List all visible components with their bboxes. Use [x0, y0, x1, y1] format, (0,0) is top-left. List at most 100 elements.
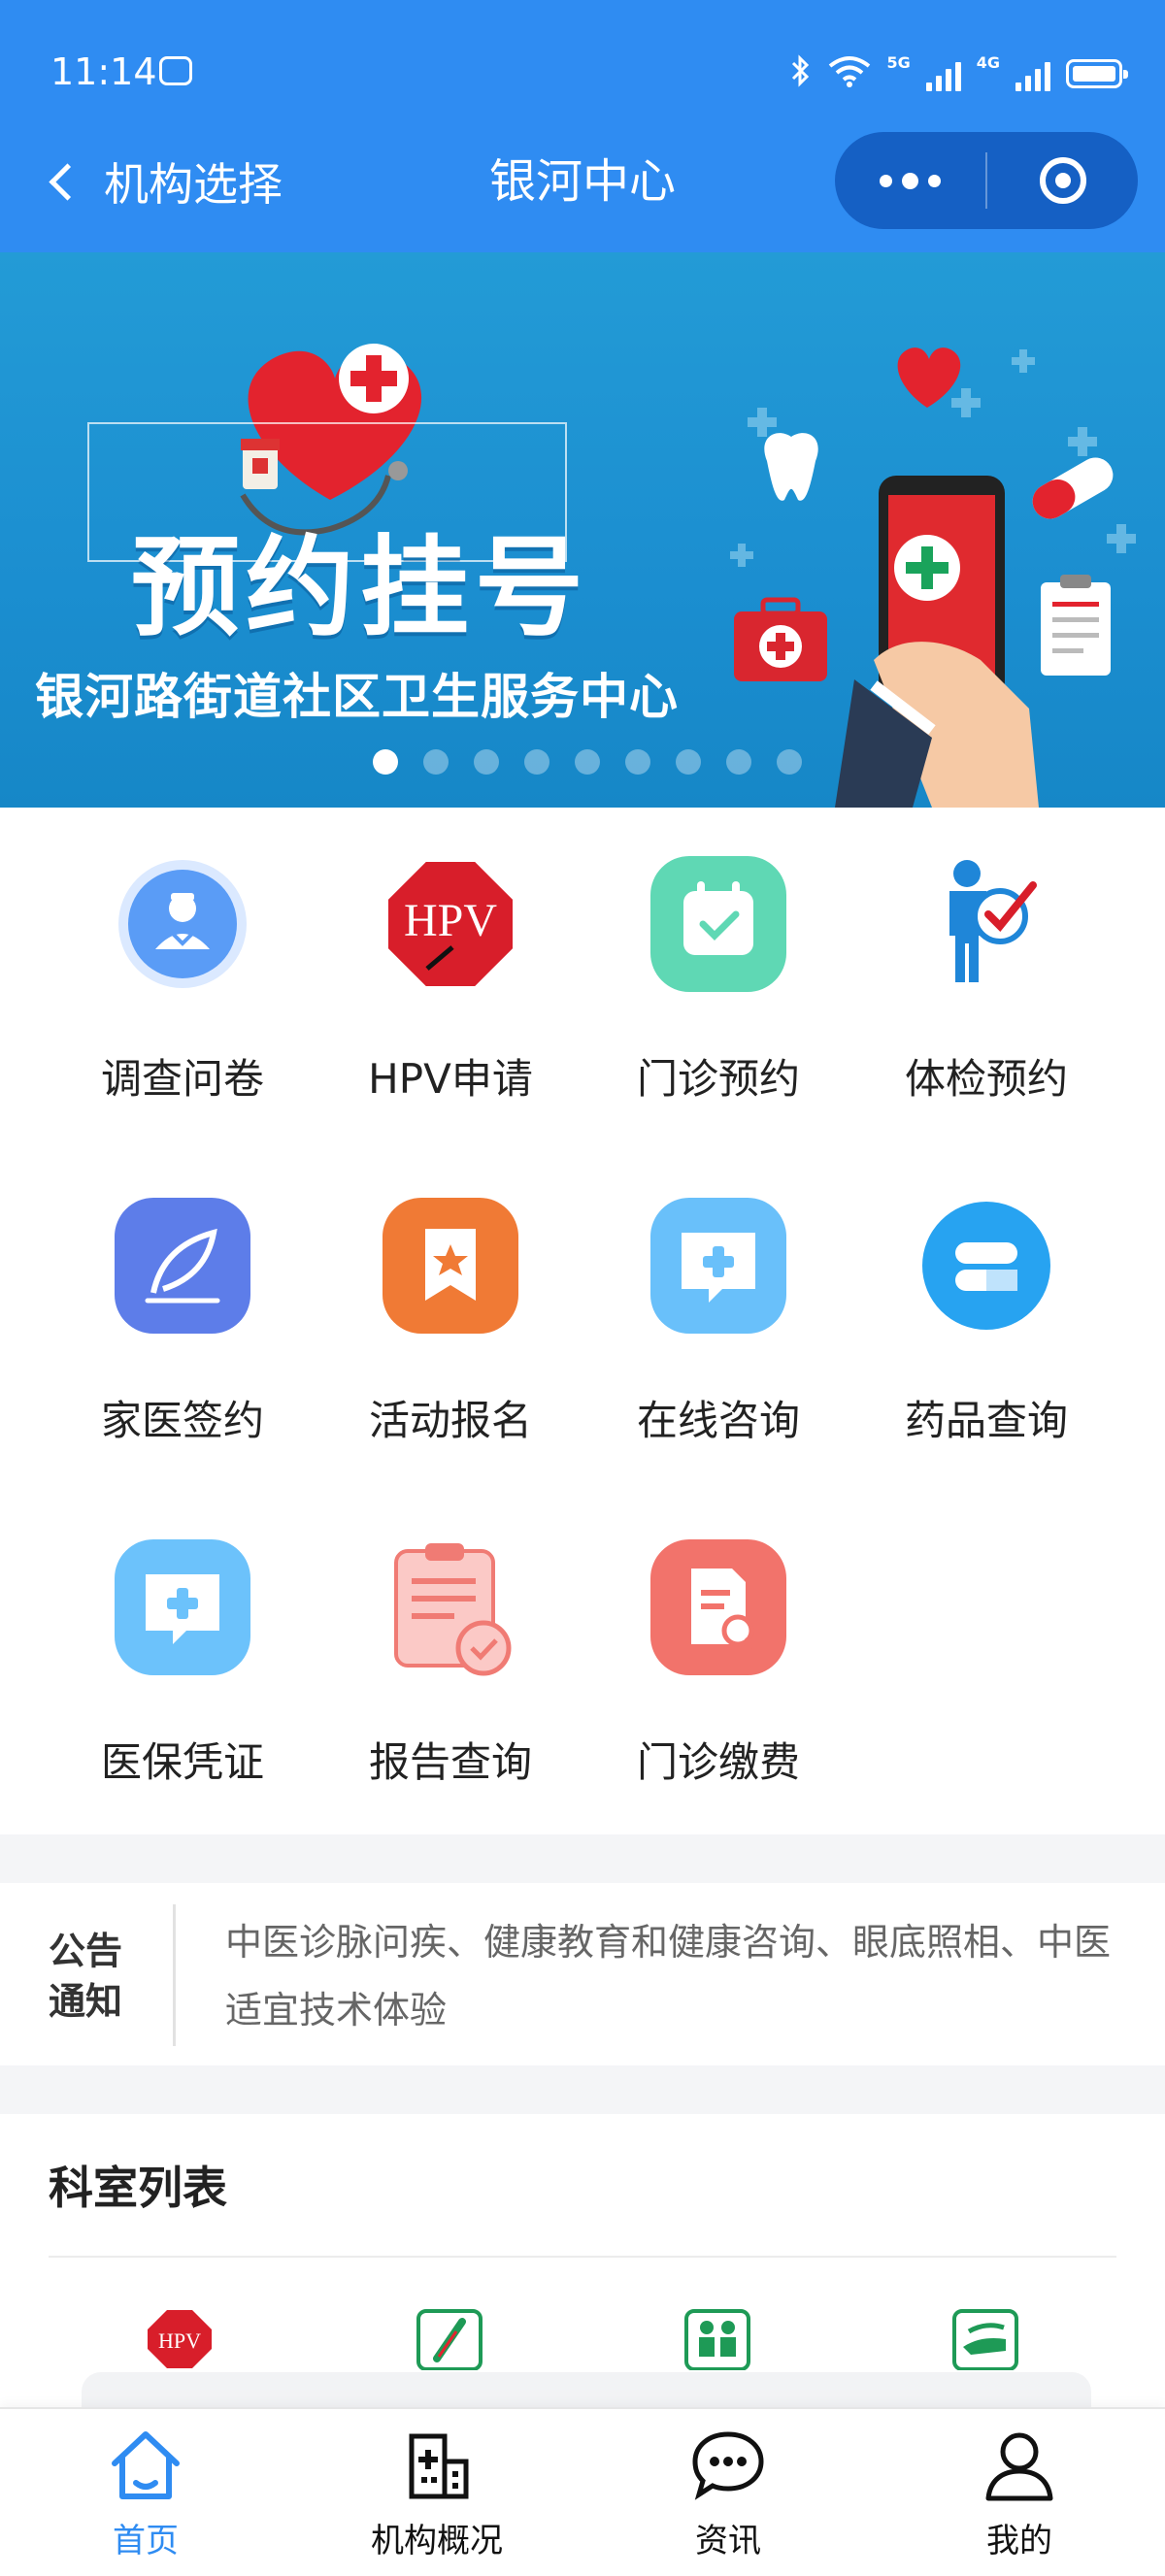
tab-mine[interactable]: 我的 — [874, 2409, 1165, 2576]
bluetooth-icon — [789, 53, 813, 94]
document-search-icon — [650, 1539, 786, 1675]
feature-outpatient-payment[interactable]: 门诊缴费 — [584, 1518, 852, 1838]
banner-title: 预约挂号 — [131, 525, 589, 651]
bottom-tab-bar: 首页 机构概况 资讯 我的 — [0, 2407, 1165, 2576]
clipboard-check-icon — [394, 1543, 512, 1676]
banner-carousel[interactable]: 预约挂号 银河路街道社区卫生服务中心 — [0, 252, 1165, 808]
divider — [49, 2256, 1116, 2258]
tab-label: 资讯 — [695, 2522, 761, 2560]
carousel-dot[interactable] — [777, 749, 802, 775]
tab-home[interactable]: 首页 — [0, 2409, 291, 2576]
carousel-dot[interactable] — [676, 749, 701, 775]
feature-grid: 调查问卷 HPV HPV申请 门诊预约 体检预约 家医签约 活动报名 在线咨询 … — [0, 835, 1165, 1834]
calendar-check-icon — [650, 856, 786, 992]
status-bar: 11:14 5G 4G — [0, 0, 1165, 146]
more-button[interactable] — [835, 132, 985, 229]
notice-text[interactable]: 中医诊脉问疾、健康教育和健康咨询、眼底照相、中医适宜技术体验 — [225, 1908, 1118, 2044]
feature-family-doctor[interactable]: 家医签约 — [49, 1176, 316, 1497]
chat-plus-icon — [650, 1198, 786, 1334]
feature-physical-exam[interactable]: 体检预约 — [852, 835, 1120, 1155]
more-dot-icon — [928, 174, 941, 187]
carousel-indicator — [373, 749, 802, 775]
carousel-dot[interactable] — [524, 749, 549, 775]
user-icon — [985, 2432, 1053, 2501]
banner-subtitle: 银河路街道社区卫生服务中心 — [35, 669, 679, 725]
hpv-sign-icon[interactable]: HPV — [146, 2308, 214, 2370]
notice-tag-line: 通知 — [49, 1980, 123, 2023]
home-icon — [112, 2431, 180, 2499]
feature-event-signup[interactable]: 活动报名 — [316, 1176, 584, 1497]
hpv-icon-text: HPV — [158, 2328, 201, 2353]
hpv-sign-icon: HPV — [384, 858, 516, 990]
feature-hpv[interactable]: HPV HPV申请 — [316, 835, 584, 1155]
notice-bar: 公告 通知 中医诊脉问疾、健康教育和健康咨询、眼底照相、中医适宜技术体验 — [0, 1883, 1165, 2065]
back-label: 机构选择 — [104, 158, 283, 211]
miniprogram-capsule — [835, 132, 1138, 229]
message-notification-icon — [159, 56, 192, 85]
thermometer-icon[interactable] — [416, 2308, 483, 2370]
notice-divider — [173, 1904, 176, 2046]
carousel-dot[interactable] — [575, 749, 600, 775]
person-check-icon — [949, 860, 1037, 982]
feature-label: 调查问卷 — [100, 1055, 264, 1103]
battery-icon — [1066, 59, 1128, 88]
signal-4g-icon — [1015, 56, 1050, 91]
department-icon-row: HPV — [0, 2308, 1165, 2370]
tab-institution-overview[interactable]: 机构概况 — [291, 2409, 582, 2576]
section-gap — [0, 2065, 1165, 2114]
consultation-icon[interactable] — [683, 2308, 751, 2370]
bookmark-star-icon — [383, 1198, 518, 1334]
network-5g-label: 5G — [886, 52, 911, 72]
building-icon — [409, 2433, 469, 2499]
feature-label: 门诊预约 — [636, 1055, 800, 1103]
doctor-icon — [118, 860, 247, 988]
feature-label: 药品查询 — [904, 1397, 1068, 1444]
pill-icon — [922, 1202, 1050, 1330]
feature-label: 在线咨询 — [636, 1397, 800, 1444]
hand-care-icon[interactable] — [951, 2308, 1019, 2370]
top-bar: 11:14 5G 4G 机构选择 银河中心 — [0, 0, 1165, 252]
carousel-dot[interactable] — [625, 749, 650, 775]
carousel-dot[interactable] — [474, 749, 499, 775]
department-card — [82, 2372, 1091, 2411]
network-4g-label: 4G — [976, 52, 1000, 72]
tab-label: 我的 — [986, 2522, 1052, 2560]
notice-tag-line: 公告 — [49, 1930, 123, 1972]
hpv-icon-text: HPV — [404, 895, 497, 946]
feature-insurance-voucher[interactable]: 医保凭证 — [49, 1518, 316, 1838]
feature-report-query[interactable]: 报告查询 — [316, 1518, 584, 1838]
wifi-icon — [828, 54, 871, 93]
tab-label: 首页 — [113, 2522, 179, 2560]
feature-label: 家医签约 — [100, 1397, 264, 1444]
feature-label: HPV申请 — [368, 1055, 533, 1103]
tab-label: 机构概况 — [371, 2522, 503, 2560]
target-ring-icon — [1039, 157, 1086, 204]
feature-label: 活动报名 — [368, 1397, 532, 1444]
chat-plus-icon — [115, 1539, 250, 1675]
feature-online-consult[interactable]: 在线咨询 — [584, 1176, 852, 1497]
notice-tag: 公告 通知 — [49, 1926, 146, 2027]
carousel-dot[interactable] — [423, 749, 449, 775]
department-list-title: 科室列表 — [49, 2162, 227, 2214]
feature-label: 体检预约 — [904, 1055, 1068, 1103]
more-dot-icon — [902, 172, 918, 189]
status-time: 11:14 — [50, 50, 157, 93]
feature-drug-query[interactable]: 药品查询 — [852, 1176, 1120, 1497]
signal-5g-icon — [925, 56, 961, 91]
chevron-left-icon — [49, 162, 86, 201]
chat-icon — [692, 2431, 764, 2500]
close-miniprogram-button[interactable] — [987, 132, 1138, 229]
feature-survey[interactable]: 调查问卷 — [49, 835, 316, 1155]
status-indicators: 5G 4G — [789, 52, 1128, 95]
feature-outpatient-appointment[interactable]: 门诊预约 — [584, 835, 852, 1155]
carousel-dot[interactable] — [373, 749, 398, 775]
back-button[interactable]: 机构选择 — [47, 148, 283, 215]
section-gap — [0, 1834, 1165, 1883]
feature-label: 门诊缴费 — [636, 1738, 800, 1786]
more-dot-icon — [880, 174, 892, 187]
feature-label: 报告查询 — [368, 1738, 532, 1786]
feature-label: 医保凭证 — [100, 1738, 264, 1786]
tab-news[interactable]: 资讯 — [582, 2409, 874, 2576]
carousel-dot[interactable] — [726, 749, 751, 775]
feather-icon — [115, 1198, 250, 1334]
